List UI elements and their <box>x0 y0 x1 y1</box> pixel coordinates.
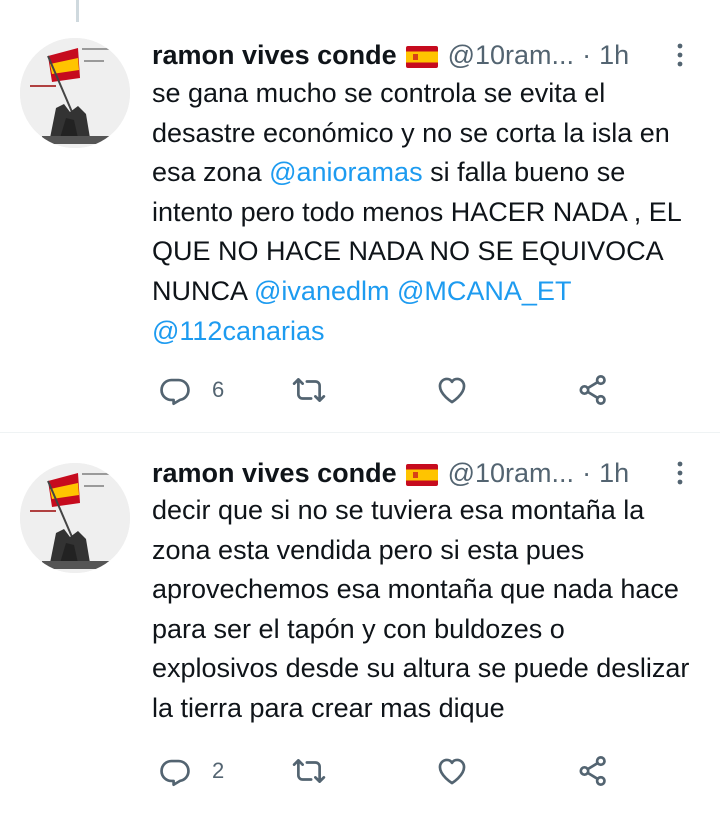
share-icon <box>579 375 606 405</box>
author-name[interactable]: ramon vives conde <box>152 40 397 71</box>
mention-link[interactable]: @MCANA_ET <box>397 276 571 306</box>
text-segment <box>389 276 397 306</box>
tweet-header: ramon vives conde @10ram... · 1h <box>152 37 700 73</box>
tweet-actions: 2 <box>150 751 630 791</box>
retweet-button[interactable] <box>292 751 346 791</box>
text-segment <box>571 276 579 306</box>
mention-link[interactable]: @112canarias <box>152 316 325 346</box>
text-segment: decir que si no se tuviera esa montaña l… <box>152 495 697 723</box>
avatar[interactable] <box>20 38 130 148</box>
timestamp[interactable]: 1h <box>599 40 629 71</box>
retweet-button[interactable] <box>292 370 346 410</box>
retweet-icon <box>292 378 326 402</box>
like-button[interactable] <box>435 751 489 791</box>
tweet-text: decir que si no se tuviera esa montaña l… <box>152 491 698 729</box>
avatar[interactable] <box>20 463 130 573</box>
tweet-text: se gana mucho se controla se evita el de… <box>152 74 698 351</box>
spain-flag-icon <box>405 44 438 68</box>
timestamp[interactable]: 1h <box>599 458 629 489</box>
author-handle[interactable]: @10ram... <box>448 40 574 71</box>
reply-count: 6 <box>212 377 225 402</box>
like-button[interactable] <box>435 370 489 410</box>
tweet-actions: 6 <box>150 370 630 410</box>
heart-icon <box>438 377 466 404</box>
heart-icon <box>438 758 466 785</box>
more-vertical-icon[interactable] <box>670 41 690 69</box>
mention-link[interactable]: @ivanedlm <box>254 276 389 306</box>
mention-link[interactable]: @anioramas <box>269 157 422 187</box>
more-vertical-icon[interactable] <box>670 459 690 487</box>
tweet[interactable]: ramon vives conde @10ram... · 1h se gana… <box>0 0 720 432</box>
separator-dot: · <box>582 457 592 488</box>
share-button[interactable] <box>576 751 610 791</box>
share-button[interactable] <box>576 370 610 410</box>
author-name[interactable]: ramon vives conde <box>152 458 397 489</box>
spain-flag-icon <box>405 462 438 486</box>
reply-icon <box>160 759 190 787</box>
reply-button[interactable]: 2 <box>158 751 224 791</box>
author-handle[interactable]: @10ram... <box>448 458 574 489</box>
reply-count: 2 <box>212 758 225 783</box>
tweet-header: ramon vives conde @10ram... · 1h <box>152 455 700 491</box>
reply-icon <box>160 378 190 406</box>
tweet[interactable]: ramon vives conde @10ram... · 1h decir q… <box>0 433 720 826</box>
reply-button[interactable]: 6 <box>158 370 224 410</box>
retweet-icon <box>292 759 326 783</box>
separator-dot: · <box>582 39 592 70</box>
share-icon <box>579 756 606 786</box>
